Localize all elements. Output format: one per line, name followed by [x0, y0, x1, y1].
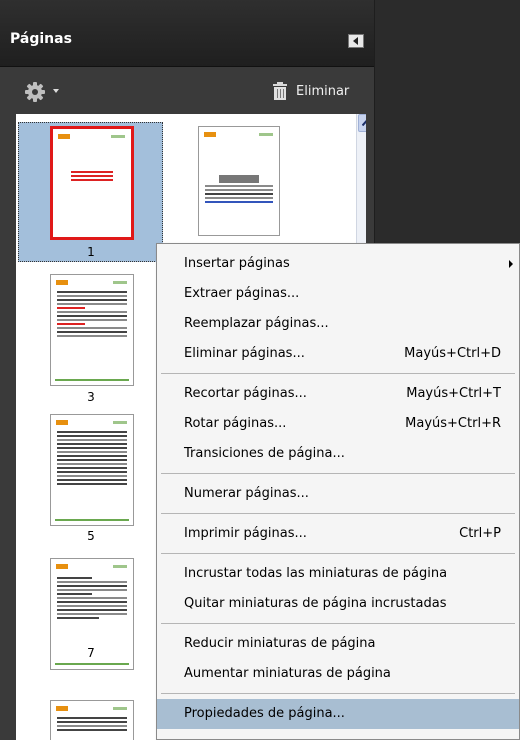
menu-separator [161, 553, 515, 554]
menu-item-rotate-pages[interactable]: Rotar páginas... Mayús+Ctrl+R [157, 409, 519, 439]
menu-item-crop-pages[interactable]: Recortar páginas... Mayús+Ctrl+T [157, 379, 519, 409]
delete-button[interactable]: Eliminar [296, 84, 349, 99]
menu-item-number-pages[interactable]: Numerar páginas... [157, 479, 519, 509]
page-number-3: 3 [87, 390, 95, 404]
menu-item-page-properties[interactable]: Propiedades de página... [157, 699, 519, 729]
page-thumbnail-2[interactable] [198, 126, 280, 236]
trash-icon[interactable] [271, 81, 289, 101]
gear-icon[interactable] [22, 81, 52, 103]
submenu-arrow-icon [509, 260, 513, 268]
scroll-up-button[interactable] [358, 114, 366, 132]
menu-item-print-pages[interactable]: Imprimir páginas... Ctrl+P [157, 519, 519, 549]
menu-item-delete-pages[interactable]: Eliminar páginas... Mayús+Ctrl+D [157, 339, 519, 369]
menu-item-replace-pages[interactable]: Reemplazar páginas... [157, 309, 519, 339]
page-number-5: 5 [87, 529, 95, 543]
menu-item-extract-pages[interactable]: Extraer páginas... [157, 279, 519, 309]
page-thumbnail-5[interactable] [50, 414, 134, 526]
menu-item-embed-thumbnails[interactable]: Incrustar todas las miniaturas de página [157, 559, 519, 589]
page-thumbnail-9[interactable] [50, 700, 134, 740]
menu-item-remove-thumbnails[interactable]: Quitar miniaturas de página incrustadas [157, 589, 519, 619]
panel-title: Páginas [10, 31, 72, 47]
collapse-panel-button[interactable] [348, 34, 364, 48]
page-number-7: 7 [87, 646, 95, 660]
chevron-up-icon [362, 120, 366, 126]
page-thumbnail-1[interactable] [50, 126, 134, 240]
panel-header: Páginas [0, 0, 374, 67]
panel-toolbar: Eliminar [0, 74, 374, 108]
menu-separator [161, 513, 515, 514]
menu-separator [161, 473, 515, 474]
menu-separator [161, 623, 515, 624]
chevron-down-icon[interactable] [53, 89, 59, 93]
menu-item-reduce-thumbnails[interactable]: Reducir miniaturas de página [157, 629, 519, 659]
triangle-left-icon [353, 37, 358, 45]
menu-item-insert-pages[interactable]: Insertar páginas [157, 249, 519, 279]
menu-separator [161, 693, 515, 694]
page-thumbnail-3[interactable] [50, 274, 134, 386]
page-number-1: 1 [87, 245, 95, 259]
menu-item-page-transitions[interactable]: Transiciones de página... [157, 439, 519, 469]
menu-item-enlarge-thumbnails[interactable]: Aumentar miniaturas de página [157, 659, 519, 689]
context-menu: Insertar páginas Extraer páginas... Reem… [156, 243, 520, 740]
menu-separator [161, 373, 515, 374]
